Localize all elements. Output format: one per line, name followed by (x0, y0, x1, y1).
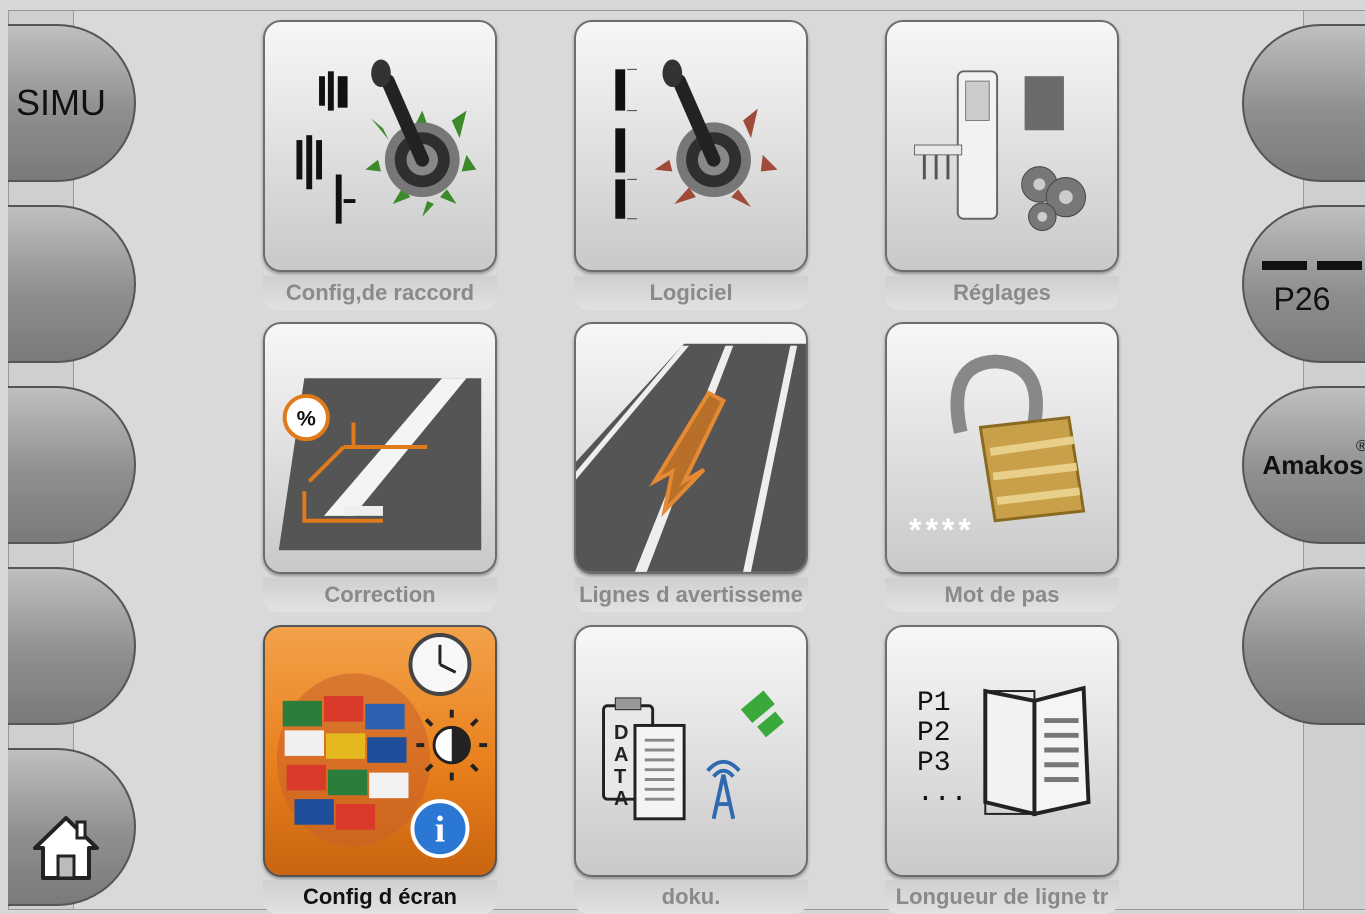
tile-longueur-ligne-label: Longueur de ligne tr (885, 880, 1119, 914)
data-vertical-text: DATA (614, 722, 629, 810)
correction-percent-road-icon: % (278, 378, 482, 551)
tile-lignes-avertissement[interactable] (574, 322, 808, 574)
warning-lines-road-icon (576, 343, 806, 572)
softkey-p26-label: P26 (1273, 280, 1331, 317)
tile-longueur-ligne[interactable]: P1 P2 P3 ... (885, 625, 1119, 877)
row-dashes-icon (1262, 257, 1362, 275)
globe-flags-clock-icon: i (276, 633, 488, 859)
joystick-config-icon (296, 59, 477, 224)
tile-logiciel-label: Logiciel (574, 276, 808, 310)
tile-config-raccord-label: Config,de raccord (263, 276, 497, 310)
tile-correction-label: Correction (263, 578, 497, 612)
data-satellite-icon (602, 690, 785, 821)
tile-lignes-avertissement-label: Lignes d avertisseme (574, 578, 808, 612)
registered-mark: ® (1356, 438, 1365, 455)
tile-doku-label: doku. (574, 880, 808, 914)
tile-doku[interactable]: DATA (574, 625, 808, 877)
tile-config-raccord[interactable] (263, 20, 497, 272)
joystick-software-icon (615, 59, 778, 220)
tile-reglages-label: Réglages (885, 276, 1119, 310)
tile-mot-de-passe-label: Mot de pas (885, 578, 1119, 612)
book-icon (983, 685, 1091, 817)
settings-machine-gears-icon (914, 70, 1087, 232)
tile-correction[interactable]: % (263, 322, 497, 574)
svg-text:i: i (435, 809, 445, 850)
tile-config-ecran-label: Config d écran (263, 880, 497, 914)
tile-reglages[interactable] (885, 20, 1119, 272)
softkey-simu-label: SIMU (16, 82, 106, 123)
softkey-amakos-label: Amakos (1262, 449, 1364, 480)
svg-text:%: % (297, 405, 316, 430)
tile-mot-de-passe[interactable]: **** (885, 322, 1119, 574)
home-icon (33, 816, 99, 880)
tile-config-ecran[interactable]: i (263, 625, 497, 877)
tile-logiciel[interactable] (574, 20, 808, 272)
password-mask-text: **** (909, 512, 975, 548)
